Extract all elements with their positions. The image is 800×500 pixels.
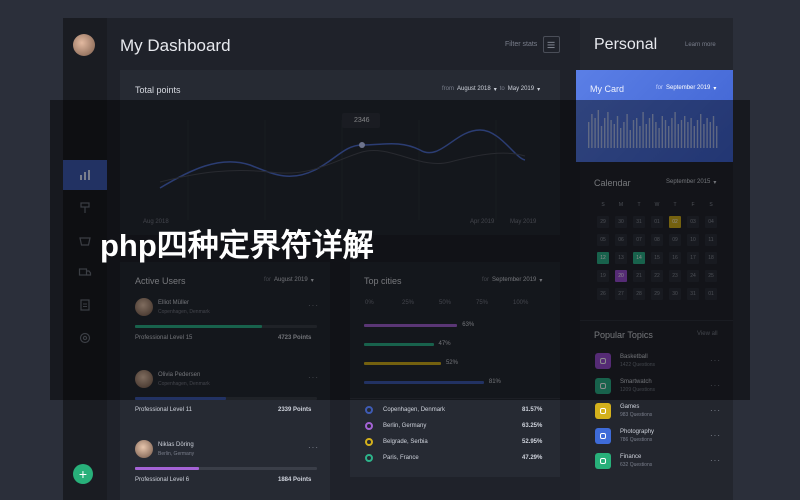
city-value: 47.29% [522, 455, 543, 461]
controller-icon [595, 403, 611, 419]
total-points-title: Total points [135, 85, 181, 95]
user-level: Professional Level 6 [135, 477, 190, 483]
user-points: 2339 Points [278, 407, 312, 413]
city-marker-icon [365, 406, 373, 414]
total-points-range[interactable]: from August 2018 ▾ to May 2019 ▾ [442, 86, 540, 93]
filter-stats-label[interactable]: Filter stats [505, 41, 537, 48]
user-avatar [135, 440, 153, 458]
overlay-title: php四种定界符详解 [100, 228, 374, 263]
city-name: Berlin, Germany [383, 423, 427, 429]
city-marker-icon [365, 454, 373, 462]
topic-count: 632 Questions [620, 462, 653, 468]
page-title: My Dashboard [120, 36, 231, 55]
city-marker-icon [365, 438, 373, 446]
more-icon[interactable]: ··· [710, 431, 721, 440]
city-name: Paris, France [383, 455, 419, 461]
user-location: Berlin, Germany [158, 451, 195, 457]
camera-icon [595, 428, 611, 444]
city-value: 81.57% [522, 407, 543, 413]
city-value: 63.25% [522, 423, 543, 429]
city-marker-icon [365, 422, 373, 430]
progress-fill [135, 467, 199, 470]
from-select[interactable]: August 2018 [457, 86, 491, 93]
topic-name[interactable]: Games [620, 404, 639, 410]
my-card-period[interactable]: for September 2019 ▾ [656, 85, 716, 92]
topic-count: 786 Questions [620, 437, 653, 443]
filter-icon[interactable] [543, 36, 560, 53]
add-button[interactable]: + [73, 464, 93, 484]
user-level: Professional Level 11 [135, 407, 192, 413]
chevron-down-icon: ▾ [537, 87, 541, 93]
to-select[interactable]: May 2019 [508, 86, 534, 93]
chevron-down-icon: ▾ [493, 87, 497, 93]
chevron-down-icon: ▾ [713, 86, 717, 92]
user-avatar[interactable] [73, 34, 95, 56]
user-name: Niklas Döring [158, 442, 194, 448]
more-icon[interactable]: ··· [308, 443, 319, 452]
user-points: 1884 Points [278, 477, 312, 483]
more-icon[interactable]: ··· [710, 456, 721, 465]
more-icon[interactable]: ··· [710, 406, 721, 415]
city-name: Copenhagen, Denmark [383, 407, 446, 413]
topic-count: 983 Questions [620, 412, 653, 418]
topic-name[interactable]: Finance [620, 454, 641, 460]
city-name: Belgrade, Serbia [383, 439, 428, 445]
personal-title: Personal [594, 36, 658, 53]
city-value: 52.95% [522, 439, 543, 445]
money-icon [595, 453, 611, 469]
topic-name[interactable]: Photography [620, 429, 654, 435]
my-card-title: My Card [590, 84, 625, 94]
learn-more-link[interactable]: Learn more [685, 42, 716, 48]
